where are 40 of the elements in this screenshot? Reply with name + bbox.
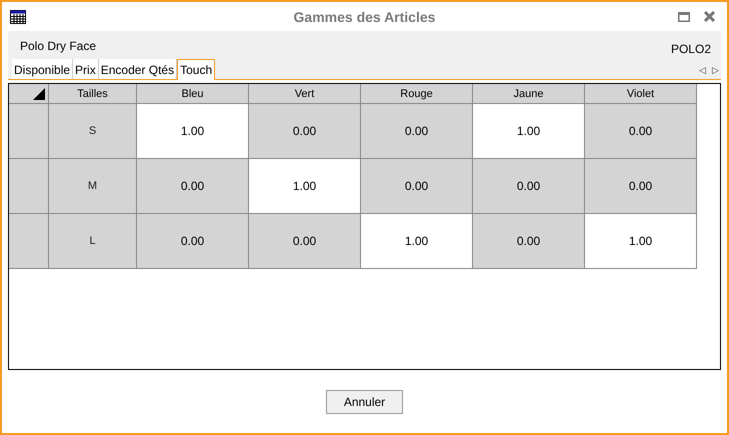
size-cell: M <box>48 158 136 214</box>
tab[interactable]: Touch <box>177 59 216 80</box>
quantity-cell[interactable]: 0.00 <box>584 158 696 214</box>
article-code: POLO2 <box>670 42 711 58</box>
select-all-icon[interactable] <box>33 88 45 100</box>
tab[interactable]: Disponible <box>12 59 74 79</box>
quantity-cell[interactable]: 1.00 <box>472 104 584 158</box>
quantity-cell[interactable]: 0.00 <box>584 104 696 158</box>
quantity-cell[interactable]: 0.00 <box>136 214 248 268</box>
quantity-cell[interactable]: 0.00 <box>248 214 360 268</box>
window-title: Gammes des Articles <box>294 8 436 24</box>
maximize-icon[interactable] <box>678 12 690 22</box>
column-header: Vert <box>248 84 360 104</box>
scroll-left-button[interactable]: ◁ <box>697 65 708 75</box>
scroll-right-button[interactable]: ▷ <box>710 65 721 75</box>
quantity-cell[interactable]: 0.00 <box>248 104 360 158</box>
quantity-cell[interactable]: 0.00 <box>136 158 248 214</box>
cancel-button[interactable]: Annuler <box>326 390 403 414</box>
article-name: Polo Dry Face <box>20 39 96 55</box>
calendar-icon <box>10 10 26 24</box>
tab[interactable]: Prix <box>73 59 99 79</box>
quantity-cell[interactable]: 1.00 <box>584 214 696 268</box>
column-header: Tailles <box>48 84 136 104</box>
close-icon[interactable] <box>704 11 715 22</box>
size-cell: S <box>48 104 136 158</box>
column-header: Bleu <box>136 84 248 104</box>
size-cell: L <box>48 214 136 268</box>
row-header[interactable] <box>9 214 48 268</box>
quantity-cell[interactable]: 0.00 <box>472 158 584 214</box>
quantity-cell[interactable]: 0.00 <box>472 214 584 268</box>
quantity-cell[interactable]: 1.00 <box>248 158 360 214</box>
quantity-cell[interactable]: 1.00 <box>360 214 472 268</box>
quantity-cell[interactable]: 0.00 <box>360 104 472 158</box>
column-header: Violet <box>584 84 696 104</box>
quantity-cell[interactable]: 0.00 <box>360 158 472 214</box>
quantity-cell[interactable]: 1.00 <box>136 104 248 158</box>
row-header[interactable] <box>9 158 48 214</box>
tab[interactable]: Encoder Qtés <box>98 59 178 79</box>
column-header: Rouge <box>360 84 472 104</box>
column-header: Jaune <box>472 84 584 104</box>
